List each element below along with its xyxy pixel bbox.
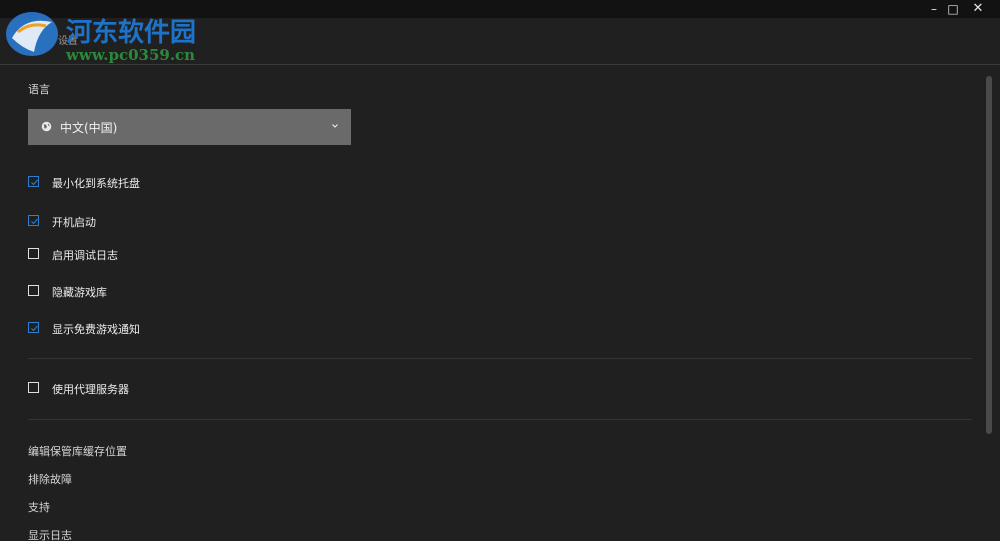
watermark-emblem-icon [6, 12, 58, 56]
option-label: 启用调试日志 [52, 249, 118, 262]
checkbox-debug-log[interactable] [28, 248, 39, 259]
scrollbar-thumb[interactable] [986, 76, 992, 434]
watermark-logo: 河东软件园 www.pc0359.cn [4, 10, 204, 68]
check-icon [31, 218, 38, 225]
option-label: 最小化到系统托盘 [52, 177, 140, 190]
checkbox-proxy-server[interactable] [28, 382, 39, 393]
troubleshoot-link[interactable]: 排除故障 [28, 471, 72, 487]
language-dropdown[interactable]: 中文(中国) [28, 109, 351, 145]
close-button[interactable]: ✕ [966, 0, 990, 18]
settings-window: – □ ✕ 设置 河东软件园 www.pc0359.cn 语言 中文(中国) 最… [0, 0, 1000, 541]
settings-content: 语言 中文(中国) 最小化到系统托盘 开机启动 启用调试日志 隐藏游戏库 显示免… [0, 65, 985, 541]
maximize-button[interactable]: □ [941, 0, 965, 18]
chevron-down-icon [332, 124, 338, 128]
support-link[interactable]: 支持 [28, 499, 50, 515]
checkbox-hide-library[interactable] [28, 285, 39, 296]
show-log-link[interactable]: 显示日志 [28, 527, 72, 541]
watermark-site-name: 河东软件园 [66, 18, 197, 48]
scroll-track [992, 65, 1000, 541]
option-label: 使用代理服务器 [52, 383, 129, 396]
language-selected-value: 中文(中国) [60, 121, 118, 135]
option-label: 显示免费游戏通知 [52, 323, 140, 336]
option-label: 开机启动 [52, 216, 96, 229]
checkbox-free-game-notifications[interactable] [28, 322, 39, 333]
divider [28, 358, 972, 359]
globe-icon [41, 121, 52, 132]
edit-vault-location-link[interactable]: 编辑保管库缓存位置 [28, 443, 127, 459]
divider [28, 419, 972, 420]
check-icon [31, 179, 38, 186]
checkbox-launch-on-startup[interactable] [28, 215, 39, 226]
checkbox-minimize-to-tray[interactable] [28, 176, 39, 187]
language-label: 语言 [28, 83, 50, 96]
option-label: 隐藏游戏库 [52, 286, 107, 299]
check-icon [31, 325, 38, 332]
watermark-url: www.pc0359.cn [66, 46, 196, 64]
